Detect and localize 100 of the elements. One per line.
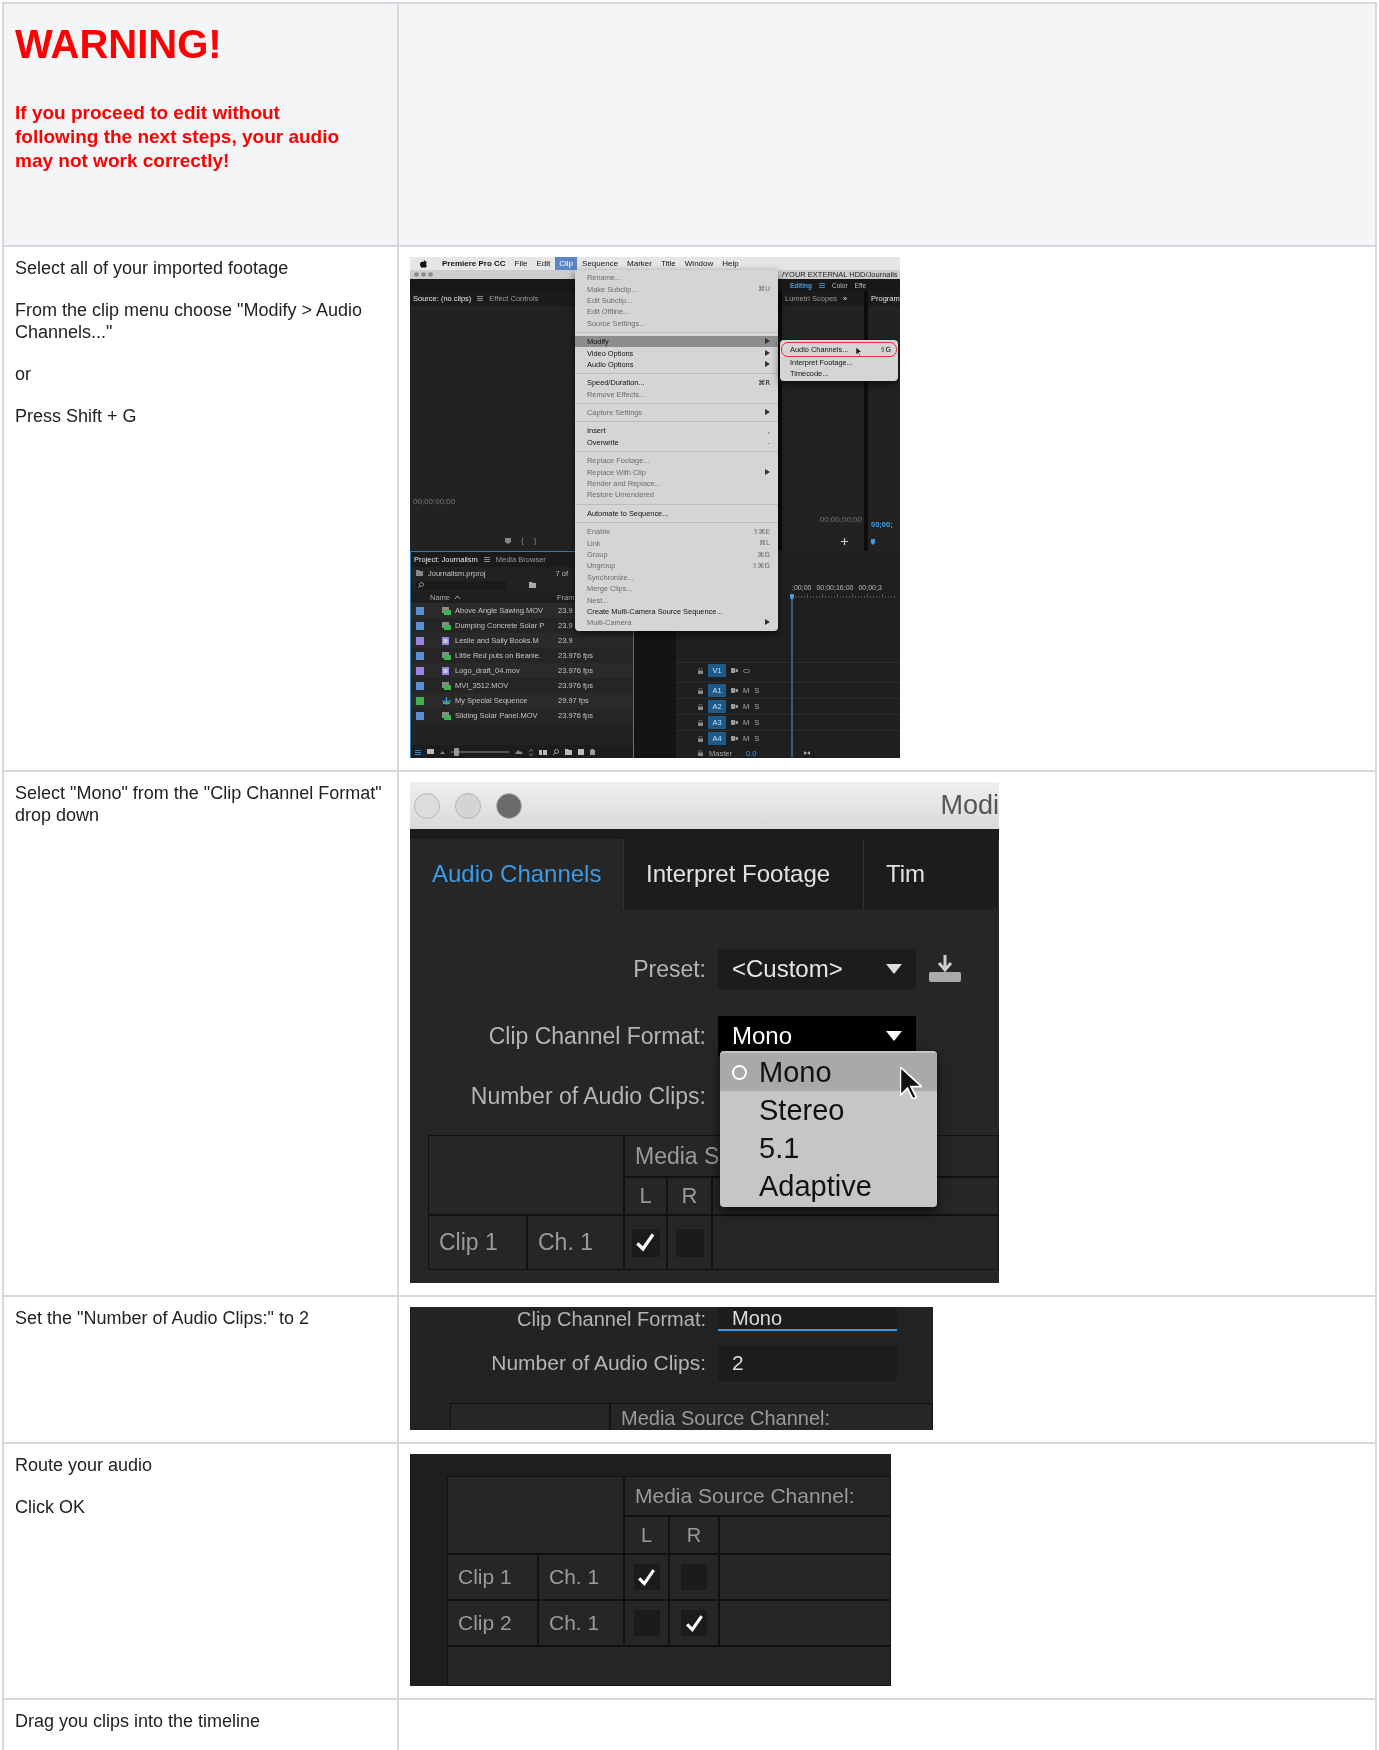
folder-icon: [416, 570, 423, 576]
table-header-cell: Media Source Channel:: [624, 1476, 891, 1516]
table-cell: Ch. 1: [538, 1554, 624, 1600]
channel-header-cell: R: [667, 1177, 712, 1215]
instruction-text: Route your audio: [15, 1454, 154, 1476]
table-cell: Clip 1: [447, 1554, 538, 1600]
mouse-pointer-icon: [856, 347, 862, 356]
menu-title[interactable]: File: [510, 257, 532, 270]
sync-lock-icon[interactable]: [731, 736, 738, 741]
film-clip-icon: [442, 711, 451, 720]
lock-icon[interactable]: [698, 703, 703, 710]
film-clip-icon: [442, 651, 451, 660]
search-field[interactable]: [416, 580, 506, 590]
field-label: Number of Audio Clips:: [491, 1351, 706, 1375]
menu-title[interactable]: Title: [657, 257, 680, 270]
timecode: 00;00;00;00: [413, 497, 456, 506]
checkbox[interactable]: [681, 1610, 707, 1636]
submenu-arrow-icon: [765, 468, 770, 475]
lock-icon[interactable]: [698, 750, 703, 756]
sequence-icon: [442, 696, 451, 705]
menu-title[interactable]: Edit: [532, 257, 555, 270]
menu-icon[interactable]: [477, 296, 484, 301]
menu-title[interactable]: Marker: [623, 257, 656, 270]
icon-view-icon[interactable]: [427, 749, 434, 755]
sort-icon[interactable]: [529, 748, 533, 756]
channel-format-dropdown[interactable]: Mono: [718, 1307, 897, 1331]
folder-icon[interactable]: [565, 749, 572, 755]
radio-icon: [732, 1064, 747, 1080]
playhead-marker-icon[interactable]: [871, 539, 875, 545]
go-to-end-icon[interactable]: [804, 751, 810, 755]
lock-icon[interactable]: [698, 667, 703, 674]
sync-lock-icon[interactable]: [731, 704, 738, 709]
audio-clips-field[interactable]: 2: [718, 1345, 897, 1381]
menu-title[interactable]: Help: [718, 257, 743, 270]
channel-header-cell: L: [624, 1516, 669, 1554]
large-mountain-icon: [515, 750, 523, 754]
still-image-icon: [442, 666, 449, 675]
instruction-text: Press Shift + G: [15, 405, 138, 427]
mark-button[interactable]: {: [521, 536, 524, 545]
caret-icon: [886, 1031, 902, 1041]
channel-format-dropdown[interactable]: Mono: [718, 1016, 916, 1056]
sync-lock-icon[interactable]: [731, 668, 738, 673]
lock-icon[interactable]: [698, 687, 703, 694]
table-cell: Ch. 1: [538, 1600, 624, 1646]
instruction-text: or: [15, 363, 32, 385]
app-name-menu[interactable]: Premiere Pro CC: [438, 257, 510, 270]
automate-icon[interactable]: [539, 749, 547, 755]
menu-title[interactable]: Clip: [555, 257, 578, 270]
sync-lock-icon[interactable]: [731, 688, 738, 693]
plus-icon[interactable]: [841, 538, 848, 545]
menu-title[interactable]: Window: [680, 257, 718, 270]
lock-icon[interactable]: [698, 735, 703, 742]
save-preset-icon[interactable]: [928, 955, 962, 983]
instruction-text: Click OK: [15, 1496, 86, 1518]
sort-caret-icon[interactable]: [455, 595, 460, 599]
mouse-pointer-icon: [900, 1067, 922, 1099]
small-mountain-icon: [440, 750, 445, 754]
instruction-text: Select "Mono" from the "Clip Channel Format" drop down: [15, 782, 383, 826]
submenu-arrow-icon: [765, 619, 770, 626]
menu-title[interactable]: Sequence: [578, 257, 623, 270]
trash-icon[interactable]: [590, 749, 595, 755]
table-cell: Clip 2: [447, 1600, 538, 1646]
warning-message: If you proceed to edit without following the next steps, your audio may not work correctly!: [15, 101, 341, 173]
new-bin-icon[interactable]: [529, 582, 536, 588]
apple-logo-icon[interactable]: [420, 259, 427, 268]
timecode: 00;00;00;00: [819, 515, 862, 524]
window-zoom-button[interactable]: [496, 792, 522, 819]
submenu-arrow-icon: [765, 409, 770, 416]
menu-icon[interactable]: [483, 557, 490, 562]
sync-lock-icon[interactable]: [731, 720, 738, 725]
instruction-text: From the clip menu choose "Modify > Audio Channels...": [15, 299, 364, 343]
eye-icon[interactable]: [743, 668, 750, 673]
dialog-tab[interactable]: Audio Channels: [410, 839, 624, 909]
still-image-icon: [442, 636, 449, 645]
caret-icon: [886, 964, 902, 974]
table-header-cell: Media Source Channel:: [610, 1403, 933, 1430]
checkbox[interactable]: [633, 1564, 660, 1590]
slider-thumb[interactable]: [453, 748, 459, 756]
mark-button[interactable]: }: [533, 536, 537, 545]
instruction-text: Set the "Number of Audio Clips:" to 2: [15, 1307, 310, 1329]
dialog-title: Modi: [940, 790, 999, 821]
menu-icon[interactable]: [415, 749, 421, 755]
warning-title: WARNING!: [15, 22, 223, 67]
channel-header-cell: R: [669, 1516, 719, 1554]
dropdown-option[interactable]: Stereo: [720, 1091, 937, 1129]
menu-icon[interactable]: [819, 282, 826, 288]
marker-icon[interactable]: [505, 537, 511, 544]
table-cell: Ch. 1: [527, 1215, 624, 1270]
preset-dropdown[interactable]: <Custom>: [718, 949, 916, 989]
search-icon: [418, 582, 424, 588]
dropdown-option[interactable]: Mono: [720, 1053, 937, 1091]
film-clip-icon: [442, 681, 451, 690]
field-label: Number of Audio Clips:: [470, 1083, 706, 1110]
channel-header-cell: L: [624, 1177, 667, 1215]
checkbox[interactable]: [631, 1228, 660, 1257]
instruction-text: Drag you clips into the timeline: [15, 1710, 262, 1732]
lock-icon[interactable]: [698, 719, 703, 726]
field-label: Preset:: [633, 955, 706, 983]
instruction-text: Select all of your imported footage: [15, 257, 290, 279]
search-icon[interactable]: [553, 749, 559, 755]
